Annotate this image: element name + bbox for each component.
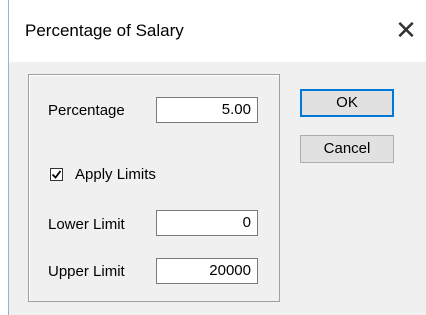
lower-limit-field[interactable]: 0 xyxy=(156,210,258,236)
ok-button[interactable]: OK xyxy=(300,89,394,117)
settings-groupbox: Percentage 5.00 Apply Limits Lower Limit… xyxy=(28,74,280,302)
upper-limit-field[interactable]: 20000 xyxy=(156,258,258,284)
dialog-window: Percentage of Salary ✕ Percentage 5.00 A… xyxy=(0,0,426,315)
percentage-label: Percentage xyxy=(48,102,125,119)
titlebar[interactable]: Percentage of Salary ✕ xyxy=(9,0,426,62)
percentage-field[interactable]: 5.00 xyxy=(156,97,258,123)
apply-limits-label[interactable]: Apply Limits xyxy=(75,166,156,183)
close-button[interactable]: ✕ xyxy=(386,10,426,50)
check-icon xyxy=(51,170,62,179)
dialog-client-area: Percentage 5.00 Apply Limits Lower Limit… xyxy=(9,62,426,315)
close-icon: ✕ xyxy=(395,15,417,45)
lower-limit-label: Lower Limit xyxy=(48,216,125,233)
dialog-title: Percentage of Salary xyxy=(25,21,184,40)
apply-limits-checkbox[interactable] xyxy=(50,168,63,181)
upper-limit-label: Upper Limit xyxy=(48,263,125,280)
cancel-button[interactable]: Cancel xyxy=(300,135,394,163)
